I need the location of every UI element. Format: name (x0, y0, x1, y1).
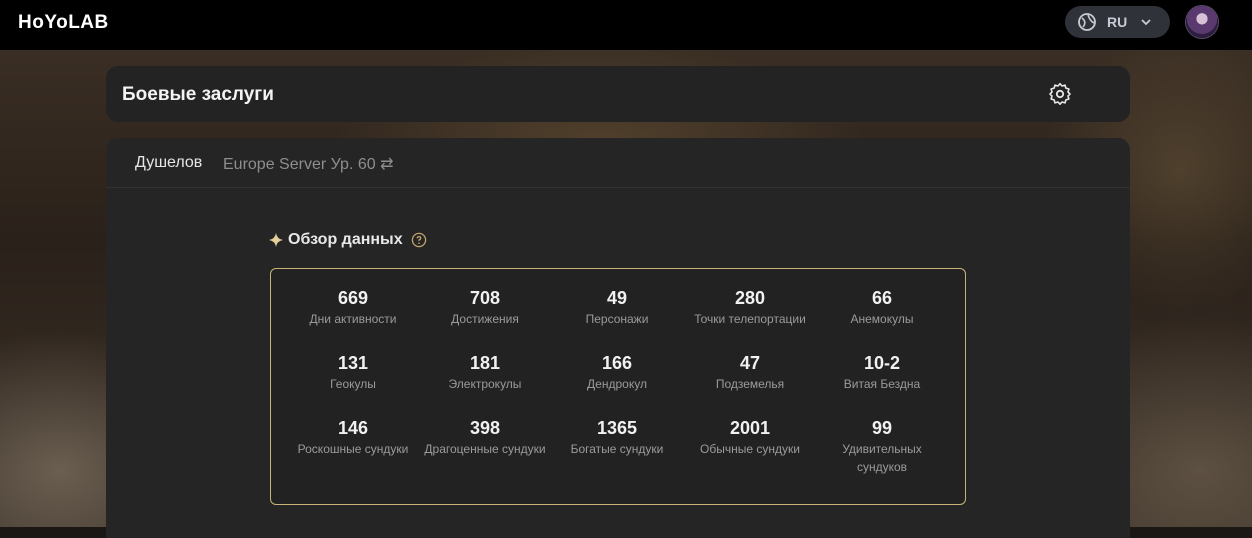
stat-label: Достижения (451, 312, 519, 326)
stat-anemoculus: 66 Анемокулы (812, 288, 952, 328)
stat-label: Персонажи (585, 312, 649, 326)
stat-value: 398 (469, 418, 501, 438)
stat-label: Удивительных сундуков (842, 442, 922, 474)
stat-label: Электрокулы (448, 377, 522, 391)
stat-label: Дни активности (309, 312, 397, 326)
stat-characters: 49 Персонажи (547, 288, 687, 328)
stat-label: Подземелья (715, 377, 785, 391)
stat-value: 10-2 (863, 353, 901, 373)
page-title: Боевые заслуги (122, 84, 274, 105)
stat-remarkable-chests: 99 Удивительных сундуков (832, 418, 932, 476)
stat-geoculus: 131 Геокулы (283, 353, 423, 393)
stat-value: 47 (739, 353, 761, 373)
gear-icon[interactable] (1048, 82, 1072, 106)
title-card: Боевые заслуги (106, 66, 1130, 122)
globe-icon (1078, 13, 1096, 31)
stat-value: 1365 (596, 418, 638, 438)
chevron-down-icon (1141, 19, 1151, 26)
stat-common-chests: 2001 Обычные сундуки (680, 418, 820, 458)
overview-header: Обзор данных (268, 231, 427, 249)
stat-value: 146 (337, 418, 369, 438)
stat-luxurious-chests: 146 Роскошные сундуки (283, 418, 423, 458)
stats-grid: 669 Дни активности 708 Достижения 49 Пер… (270, 268, 966, 505)
stat-exquisite-chests: 1365 Богатые сундуки (547, 418, 687, 458)
overview-title: Обзор данных (288, 231, 403, 248)
stat-value: 166 (601, 353, 633, 373)
top-bar: HoYoLAB RU (0, 0, 1252, 50)
language-selector[interactable]: RU (1065, 6, 1170, 38)
help-icon[interactable] (411, 232, 427, 248)
stat-value: 669 (337, 288, 369, 308)
stat-label: Витая Бездна (843, 377, 921, 391)
language-code: RU (1107, 14, 1128, 30)
profile-header: Душелов Europe Server Ур. 60 ⇄ (106, 138, 1130, 188)
stat-value: 131 (337, 353, 369, 373)
stat-value: 99 (871, 418, 893, 438)
stat-label: Геокулы (330, 377, 376, 391)
stat-label: Обычные сундуки (700, 442, 800, 456)
stat-label: Богатые сундуки (570, 442, 664, 456)
stat-label: Роскошные сундуки (297, 442, 409, 456)
server-switch[interactable]: Europe Server Ур. 60 ⇄ (223, 154, 394, 174)
battle-chronicle-card: Душелов Europe Server Ур. 60 ⇄ Обзор дан… (106, 138, 1130, 538)
stat-value: 708 (469, 288, 501, 308)
stat-domains: 47 Подземелья (680, 353, 820, 393)
nickname: Душелов (135, 154, 203, 171)
stat-value: 2001 (729, 418, 771, 438)
stat-value: 49 (606, 288, 628, 308)
stat-electroculus: 181 Электрокулы (415, 353, 555, 393)
stat-precious-chests: 398 Драгоценные сундуки (415, 418, 555, 458)
hoyolab-logo[interactable]: HoYoLAB (18, 12, 109, 34)
stat-waypoints: 280 Точки телепортации (680, 288, 820, 328)
stat-value: 66 (871, 288, 893, 308)
stat-label: Драгоценные сундуки (424, 442, 546, 456)
stat-dendroculus: 166 Дендрокул (547, 353, 687, 393)
user-avatar[interactable] (1186, 6, 1218, 38)
stat-label: Дендрокул (587, 377, 647, 391)
stat-label: Анемокулы (850, 312, 914, 326)
stat-value: 280 (734, 288, 766, 308)
stat-value: 181 (469, 353, 501, 373)
sparkle-icon (269, 233, 283, 247)
stat-label: Точки телепортации (694, 312, 806, 326)
stat-active-days: 669 Дни активности (283, 288, 423, 328)
stat-spiral-abyss: 10-2 Витая Бездна (812, 353, 952, 393)
stat-achievements: 708 Достижения (415, 288, 555, 328)
